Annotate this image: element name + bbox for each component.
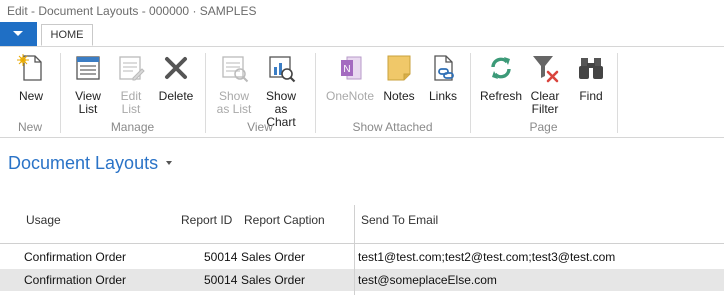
view-list-button[interactable]: View List bbox=[68, 52, 108, 116]
edit-list-button[interactable]: Edit List bbox=[112, 52, 150, 116]
view-list-label: View List bbox=[75, 89, 101, 116]
table-row[interactable]: Confirmation Order 50014 Sales Order tes… bbox=[0, 269, 724, 291]
table-header: Usage Report ID Report Caption Send To E… bbox=[0, 205, 724, 244]
window-title: Edit - Document Layouts - 000000 · SAMPL… bbox=[7, 4, 257, 18]
show-as-chart-icon bbox=[269, 56, 296, 83]
cell-usage: Confirmation Order bbox=[24, 250, 127, 264]
edit-list-icon bbox=[119, 56, 145, 81]
refresh-button[interactable]: Refresh bbox=[478, 52, 524, 103]
onenote-button[interactable]: N OneNote bbox=[323, 52, 377, 103]
new-document-icon bbox=[17, 54, 42, 81]
find-button[interactable]: Find bbox=[572, 52, 610, 103]
onenote-icon: N bbox=[341, 56, 362, 80]
group-label-show-attached: Show Attached bbox=[352, 120, 433, 134]
find-label: Find bbox=[579, 89, 603, 103]
page-title-chevron-down-icon[interactable] bbox=[166, 161, 172, 165]
delete-icon bbox=[165, 57, 187, 79]
column-divider bbox=[354, 205, 355, 295]
group-label-new: New bbox=[17, 120, 42, 134]
tab-home[interactable]: HOME bbox=[41, 24, 93, 46]
onenote-label: OneNote bbox=[325, 89, 375, 103]
clear-filter-icon bbox=[533, 56, 559, 83]
column-header-send-to-email[interactable]: Send To Email bbox=[361, 213, 438, 227]
delete-button[interactable]: Delete bbox=[156, 52, 196, 103]
links-label: Links bbox=[428, 89, 457, 103]
edit-list-label: Edit List bbox=[120, 89, 142, 116]
show-as-list-icon bbox=[222, 56, 249, 83]
binoculars-icon bbox=[579, 58, 603, 79]
show-as-list-button[interactable]: Show as List bbox=[212, 52, 256, 116]
ribbon: New New View List Edit List Delete Manag… bbox=[0, 47, 724, 138]
ribbon-tab-bar: HOME bbox=[0, 22, 724, 47]
show-as-chart-button[interactable]: Show as Chart bbox=[258, 52, 304, 129]
links-button[interactable]: Links bbox=[424, 52, 462, 103]
clear-filter-button[interactable]: Clear Filter bbox=[526, 52, 564, 116]
column-header-usage[interactable]: Usage bbox=[26, 213, 61, 227]
app-menu-button[interactable] bbox=[0, 22, 37, 46]
clear-filter-label: Clear Filter bbox=[530, 89, 560, 116]
cell-report-id: 50014 bbox=[204, 250, 238, 264]
links-icon bbox=[434, 55, 454, 81]
svg-text:N: N bbox=[343, 64, 350, 75]
group-separator bbox=[617, 53, 618, 133]
new-label: New bbox=[18, 89, 43, 103]
show-as-list-label: Show as List bbox=[216, 89, 252, 116]
new-button[interactable]: New bbox=[12, 52, 50, 103]
chevron-down-icon bbox=[13, 31, 23, 36]
refresh-label: Refresh bbox=[479, 89, 523, 103]
table-row[interactable]: Confirmation Order 50014 Sales Order tes… bbox=[0, 246, 724, 268]
cell-send-to-email: test@someplaceElse.com bbox=[358, 273, 497, 287]
cell-report-caption: Sales Order bbox=[241, 273, 306, 287]
page-title: Document Layouts bbox=[8, 153, 159, 173]
group-label-manage: Manage bbox=[110, 120, 155, 134]
refresh-icon bbox=[491, 57, 511, 79]
notes-button[interactable]: Notes bbox=[380, 52, 418, 103]
view-list-icon bbox=[76, 56, 100, 80]
group-label-page: Page bbox=[529, 120, 558, 134]
notes-icon bbox=[387, 55, 411, 81]
notes-label: Notes bbox=[383, 89, 415, 103]
group-label-view: View bbox=[247, 120, 273, 134]
cell-report-caption: Sales Order bbox=[241, 250, 306, 264]
title-bar: Edit - Document Layouts - 000000 · SAMPL… bbox=[0, 0, 724, 22]
cell-send-to-email: test1@test.com;test2@test.com;test3@test… bbox=[358, 250, 616, 264]
column-header-report-id[interactable]: Report ID bbox=[181, 213, 232, 227]
cell-report-id: 50014 bbox=[204, 273, 238, 287]
cell-usage: Confirmation Order bbox=[24, 273, 127, 287]
column-header-report-caption[interactable]: Report Caption bbox=[244, 213, 325, 227]
delete-label: Delete bbox=[158, 89, 194, 103]
